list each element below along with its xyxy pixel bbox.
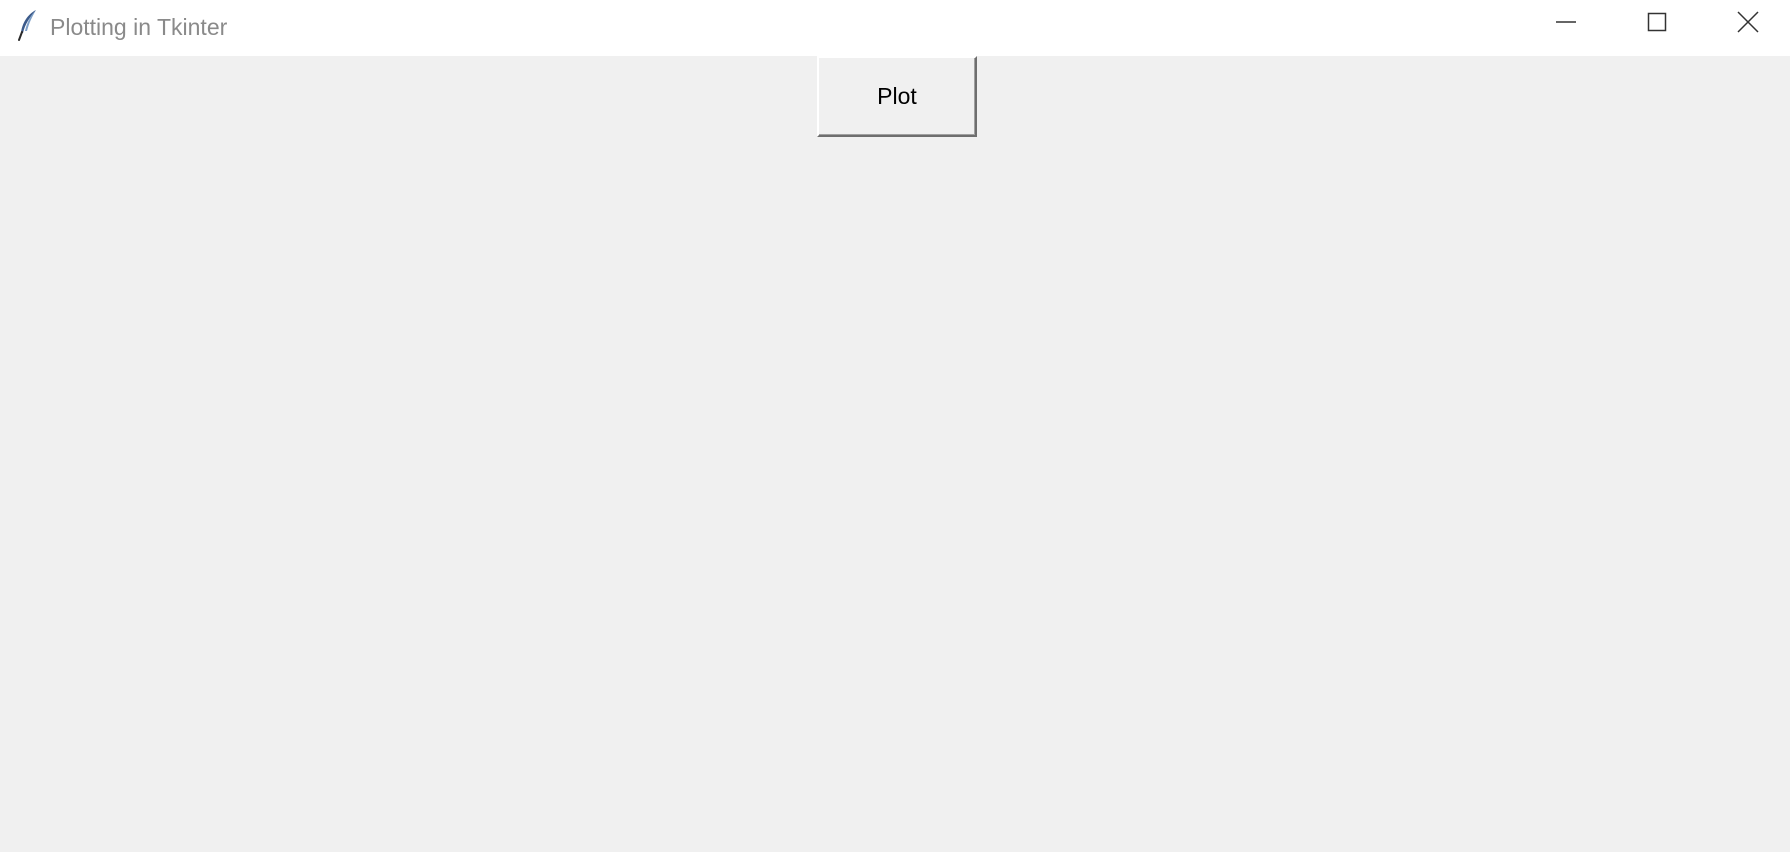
title-bar[interactable]: Plotting in Tkinter [0,0,1790,56]
window-title: Plotting in Tkinter [50,14,228,40]
client-area: Plot [0,56,1790,852]
close-icon [1736,10,1760,39]
close-button[interactable] [1702,0,1790,48]
plot-button[interactable]: Plot [817,56,977,137]
app-window: Plotting in Tkinter Plot [0,0,1790,852]
maximize-icon [1646,11,1668,38]
tk-feather-icon [16,9,40,41]
minimize-button[interactable] [1520,0,1612,48]
minimize-icon [1555,11,1577,38]
maximize-button[interactable] [1611,0,1703,48]
